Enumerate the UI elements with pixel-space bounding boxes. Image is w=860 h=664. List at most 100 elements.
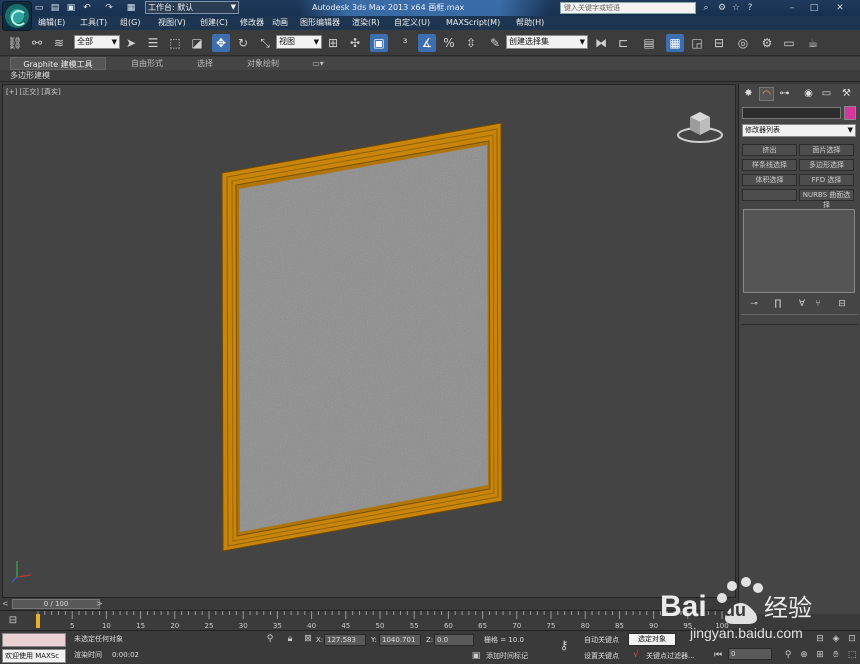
rendered-frame-icon[interactable]: ▭ <box>780 34 798 52</box>
perspective-viewport[interactable]: [+] [正交] [真实] <box>2 84 736 598</box>
current-frame-marker[interactable] <box>36 614 40 628</box>
configure-sets-icon[interactable]: ⊟ <box>835 297 849 311</box>
pan-icon[interactable]: ✋︎ <box>830 649 842 661</box>
motion-tab-icon[interactable]: ◉ <box>801 87 816 101</box>
modifier-stack[interactable] <box>743 209 855 293</box>
snaps-toggle-icon[interactable]: ³ <box>396 34 414 52</box>
menu-create[interactable]: 创建(C) <box>200 16 228 30</box>
open-file-icon[interactable]: ▤ <box>50 3 60 13</box>
tab-graphite-modeling[interactable]: Graphite 建模工具 <box>10 57 106 70</box>
menu-graph-editors[interactable]: 图形编辑器 <box>300 16 340 30</box>
add-time-tag[interactable]: 添加时间标记 <box>486 650 528 662</box>
time-slider-thumb[interactable]: 0 / 100 <box>12 599 100 609</box>
minimize-icon[interactable]: – <box>786 2 798 14</box>
show-end-result-icon[interactable]: ∏ <box>771 297 785 311</box>
modify-tab-icon[interactable]: ◠ <box>759 87 774 101</box>
project-folder-icon[interactable]: ▦ <box>126 3 136 13</box>
align-icon[interactable]: ⊏ <box>614 34 632 52</box>
mirror-icon[interactable]: ⧓ <box>592 34 610 52</box>
transform-mode-icon[interactable]: ⊠ <box>302 633 314 645</box>
lock-selection-icon[interactable]: ⚲ <box>264 633 276 645</box>
extrude-button[interactable]: 挤出 <box>742 144 797 156</box>
menu-rendering[interactable]: 渲染(R) <box>352 16 380 30</box>
auto-key-button[interactable]: 自动关键点 <box>584 634 619 646</box>
object-color-swatch[interactable] <box>844 106 856 120</box>
zoom-all-icon[interactable]: ⊕ <box>798 649 810 661</box>
spinner-snap-icon[interactable]: ⇳ <box>462 34 480 52</box>
selection-filter-dropdown[interactable]: 全部 ▼ <box>74 35 120 49</box>
tab-freeform[interactable]: 自由形式 <box>112 57 182 70</box>
make-unique-icon[interactable]: ∀ <box>795 297 809 311</box>
viewcube-icon[interactable] <box>673 105 727 147</box>
time-slider[interactable]: < 0 / 100 > <box>0 598 738 610</box>
select-rotate-icon[interactable]: ↻ <box>234 34 252 52</box>
key-filters-button[interactable]: 关键点过滤器... <box>646 650 695 662</box>
next-frame-icon[interactable]: > <box>96 599 103 608</box>
utilities-tab-icon[interactable]: ⚒ <box>839 87 854 101</box>
percent-snap-icon[interactable]: % <box>440 34 458 52</box>
nurbs-select-button[interactable]: NURBS 曲面选择 <box>799 189 854 209</box>
menu-tools[interactable]: 工具(T) <box>80 16 107 30</box>
prev-frame-icon[interactable]: < <box>2 599 9 608</box>
select-by-name-icon[interactable]: ☰ <box>144 34 162 52</box>
angle-snap-icon[interactable]: ∡ <box>418 34 436 52</box>
render-production-icon[interactable]: ☕ <box>804 34 822 52</box>
named-selection-dropdown[interactable]: 创建选择集 ▼ <box>506 35 588 49</box>
viewport-label[interactable]: [+] [正交] [真实] <box>6 87 61 97</box>
reference-coord-dropdown[interactable]: 视图 ▼ <box>276 35 322 49</box>
menu-customize[interactable]: 自定义(U) <box>394 16 430 30</box>
undo-icon[interactable]: ↶ <box>82 3 92 13</box>
binoculars-icon[interactable]: ⌕ <box>700 2 712 14</box>
help-icon[interactable]: ? <box>744 2 756 14</box>
spline-select-button[interactable]: 样条线选择 <box>742 159 797 171</box>
tab-object-paint[interactable]: 对象绘制 <box>232 57 294 70</box>
search-input[interactable]: 键入关键字或短语 <box>560 2 696 14</box>
pivot-center-icon[interactable]: ⊞ <box>324 34 342 52</box>
maximize-viewport-icon[interactable]: ⬚ <box>846 649 858 661</box>
object-name-field[interactable] <box>742 107 841 119</box>
volume-select-button[interactable]: 体积选择 <box>742 174 797 186</box>
link-icon[interactable]: ⛓ <box>6 34 24 52</box>
select-object-icon[interactable]: ➤ <box>122 34 140 52</box>
close-icon[interactable]: ✕ <box>834 2 846 14</box>
redo-icon[interactable]: ↷ <box>104 3 114 13</box>
display-tab-icon[interactable]: ▭ <box>819 87 834 101</box>
schematic-view-icon[interactable]: ⊟ <box>710 34 728 52</box>
subscription-icon[interactable]: ⚙ <box>716 2 728 14</box>
render-setup-icon[interactable]: ⚙ <box>758 34 776 52</box>
star-icon[interactable]: ☆ <box>730 2 742 14</box>
zoom-extents-icon[interactable]: ⊞ <box>814 649 826 661</box>
ffd-select-button[interactable]: FFD 选择 <box>799 174 854 186</box>
mini-curve-editor-icon[interactable]: ⊟ <box>6 614 20 628</box>
tab-selection[interactable]: 选择 <box>184 57 226 70</box>
goto-start-icon[interactable]: ⏮ <box>712 649 724 661</box>
menu-animation[interactable]: 动画 <box>272 16 288 30</box>
patch-select-button[interactable]: 面片选择 <box>799 144 854 156</box>
time-tag-icon[interactable]: ▣ <box>470 650 482 662</box>
layer-manager-icon[interactable]: ▤ <box>640 34 658 52</box>
y-coordinate-field[interactable]: 1040.701 <box>379 634 421 646</box>
window-crossing-icon[interactable]: ◪ <box>188 34 206 52</box>
edit-named-selection-icon[interactable]: ✎ <box>486 34 504 52</box>
selection-region-icon[interactable]: ⬚ <box>166 34 184 52</box>
remove-modifier-icon[interactable]: ⑂ <box>811 297 825 311</box>
bind-spacewarp-icon[interactable]: ≋ <box>50 34 68 52</box>
maxscript-listener[interactable] <box>2 633 66 647</box>
select-manipulate-icon[interactable]: ✣ <box>346 34 364 52</box>
menu-edit[interactable]: 编辑(E) <box>38 16 65 30</box>
menu-maxscript[interactable]: MAXScript(M) <box>446 16 500 30</box>
pin-stack-icon[interactable]: ⊸ <box>747 297 761 311</box>
material-editor-icon[interactable]: ◎ <box>734 34 752 52</box>
app-logo-icon[interactable] <box>2 1 32 31</box>
unlink-icon[interactable]: ⚯ <box>28 34 46 52</box>
hierarchy-tab-icon[interactable]: ⊶ <box>777 87 792 101</box>
menu-help[interactable]: 帮助(H) <box>516 16 544 30</box>
set-key-icon[interactable]: ⚷ <box>558 639 570 651</box>
graphite-toggle-icon[interactable]: ▦ <box>666 34 684 52</box>
current-frame-field[interactable]: 0 <box>728 648 772 660</box>
select-move-icon[interactable]: ✥ <box>212 34 230 52</box>
poly-select-button[interactable]: 多边形选择 <box>799 159 854 171</box>
create-tab-icon[interactable]: ✸ <box>741 87 756 101</box>
maximize-icon[interactable]: □ <box>808 2 820 14</box>
zoom-icon[interactable]: ⚲ <box>782 649 794 661</box>
